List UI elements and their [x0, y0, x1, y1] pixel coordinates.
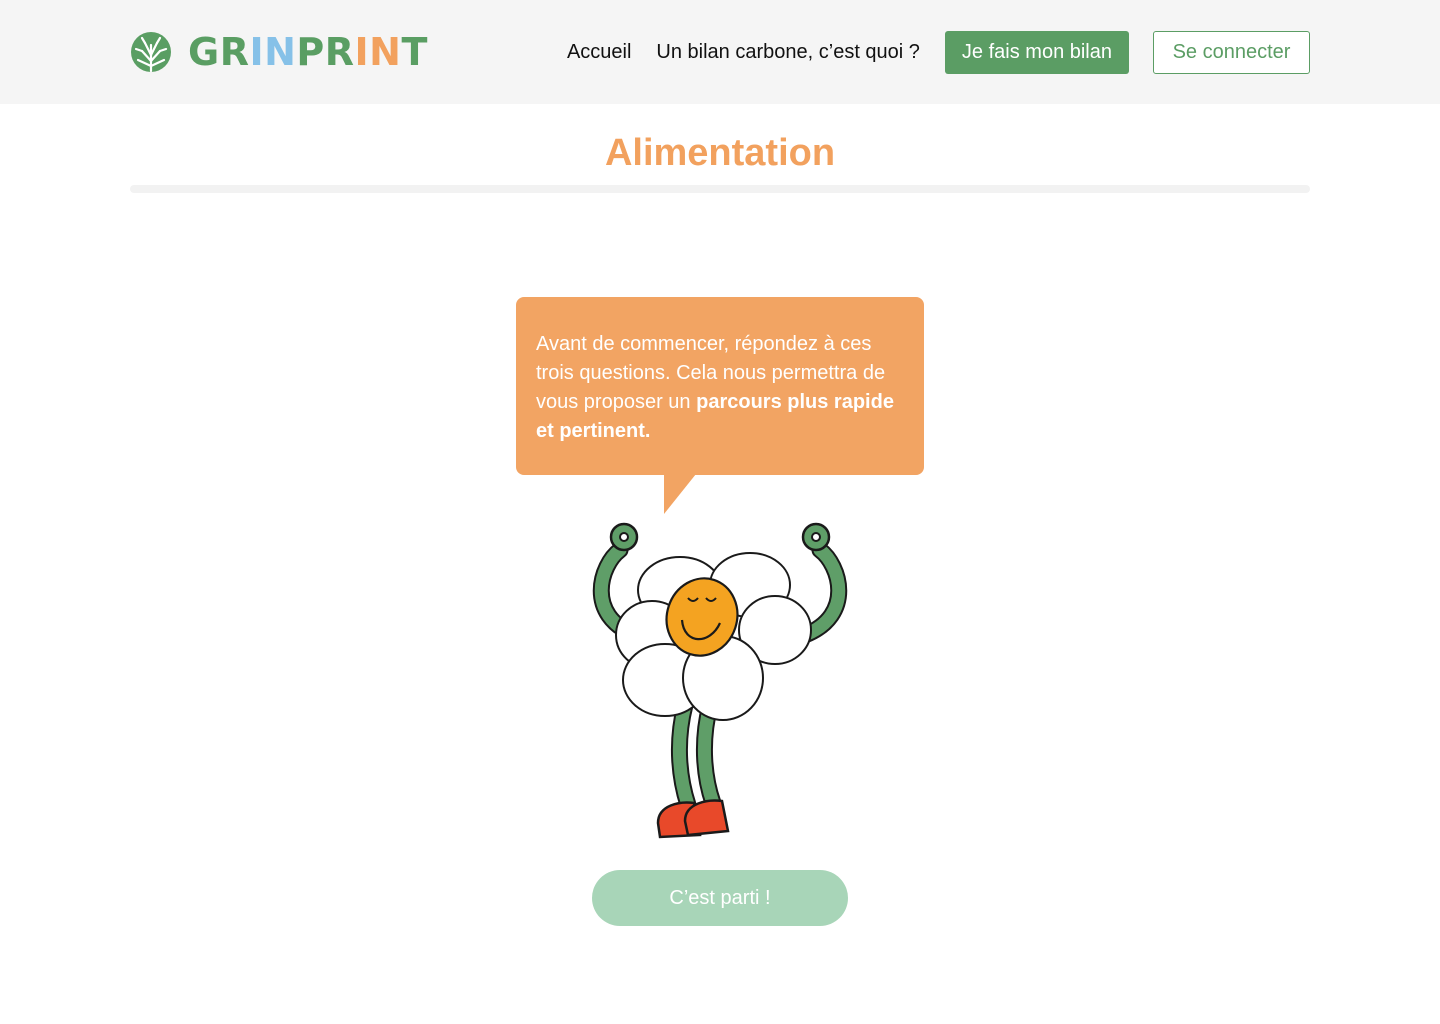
site-header: GRINPRINT Accueil Un bilan carbone, c’es… [0, 0, 1440, 104]
page-title: Alimentation [604, 132, 836, 174]
tree-icon [131, 32, 171, 73]
progress-bar [130, 185, 1310, 193]
start-assessment-button[interactable]: Je fais mon bilan [944, 30, 1129, 74]
main-nav: Accueil Un bilan carbone, c’est quoi ? J… [567, 30, 1310, 74]
flower-mascot-icon [592, 522, 848, 839]
start-button[interactable]: C’est parti ! [592, 870, 848, 926]
intro-speech-bubble: Avant de commencer, répondez à ces trois… [516, 297, 924, 475]
login-button[interactable]: Se connecter [1153, 30, 1310, 74]
grinprint-logo[interactable]: GRINPRINT [130, 30, 428, 74]
nav-about-link[interactable]: Un bilan carbone, c’est quoi ? [656, 41, 920, 64]
nav-home-link[interactable]: Accueil [567, 41, 631, 64]
brand-wordmark: GRINPRINT [188, 30, 428, 74]
